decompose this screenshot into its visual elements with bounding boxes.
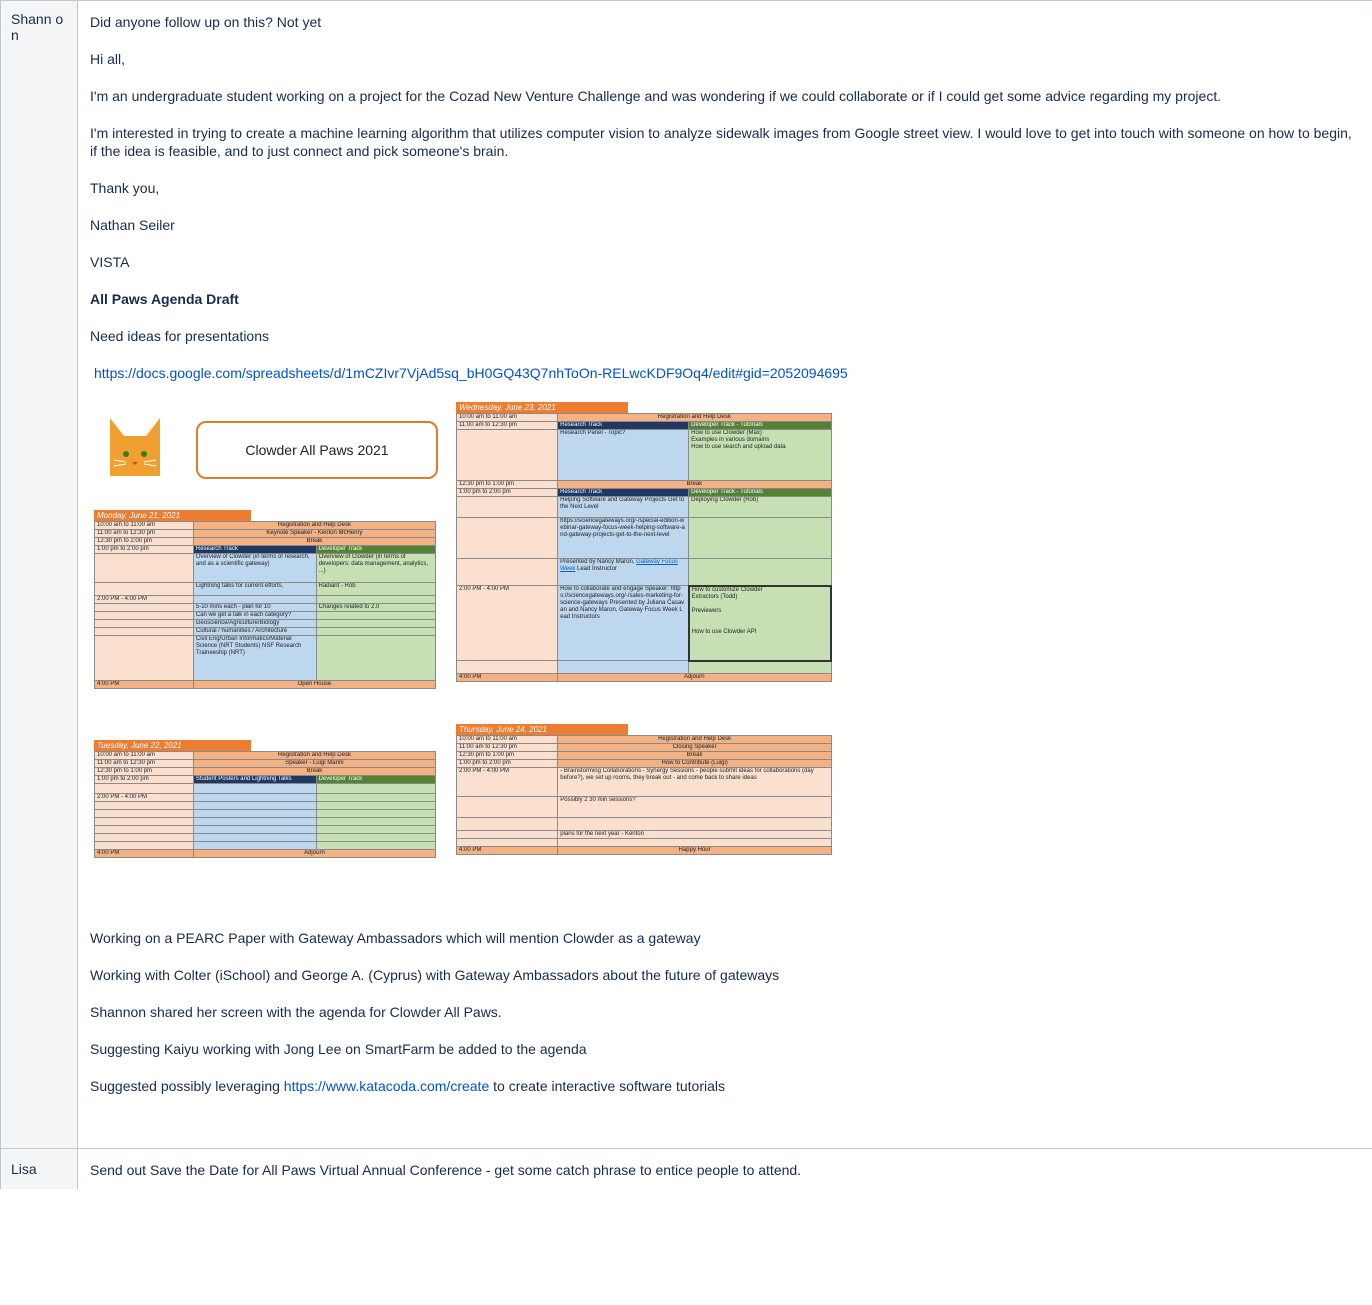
agenda-title: Clowder All Paws 2021 [196, 421, 438, 479]
agenda-heading: All Paws Agenda Draft [90, 291, 239, 307]
agenda-image: Clowder All Paws 2021 Monday, June 21, 2… [90, 402, 850, 907]
paragraph: https://docs.google.com/spreadsheets/d/1… [90, 364, 1360, 382]
paragraph: Suggested possibly leveraging https://ww… [90, 1078, 726, 1094]
paragraph: Thank you, [90, 180, 160, 196]
paragraph: Send out Save the Date for All Paws Virt… [90, 1162, 802, 1178]
paragraph: Need ideas for presentations [90, 328, 269, 344]
paragraph: I'm interested in trying to create a mac… [90, 125, 1352, 159]
table-row: Shann on Did anyone follow up on this? N… [0, 0, 1372, 1148]
wednesday-schedule: Wednesday, June 23, 2021 10:00 am to 11:… [455, 402, 833, 682]
tuesday-schedule: Tuesday, June 22, 2021 10:00 am to 11:00… [94, 740, 437, 858]
day-header: Tuesday, June 22, 2021 [94, 740, 251, 751]
paragraph: Nathan Seiler [90, 217, 175, 233]
paragraph: VISTA [90, 254, 130, 270]
paragraph: Working with Colter (iSchool) and George… [90, 967, 780, 983]
day-header: Wednesday, June 23, 2021 [456, 402, 629, 413]
paragraph: Did anyone follow up on this? Not yet [90, 14, 322, 30]
spreadsheet-link[interactable]: https://docs.google.com/spreadsheets/d/1… [90, 365, 848, 381]
katacoda-link[interactable]: https://www.katacoda.com/create [284, 1078, 489, 1094]
table-row: Lisa Send out Save the Date for All Paws… [0, 1148, 1372, 1189]
notes-cell: Send out Save the Date for All Paws Virt… [78, 1149, 1372, 1189]
thursday-schedule: Thursday, June 24, 2021 10:00 am to 11:0… [455, 724, 832, 855]
cat-logo-icon [110, 418, 160, 476]
notes-cell: Did anyone follow up on this? Not yet Hi… [78, 1, 1372, 1148]
attendee-name: Shann on [0, 1, 78, 1148]
paragraph: I'm an undergraduate student working on … [90, 88, 1222, 104]
paragraph: Suggesting Kaiyu working with Jong Lee o… [90, 1041, 587, 1057]
paragraph: Working on a PEARC Paper with Gateway Am… [90, 930, 701, 946]
day-header: Monday, June 21, 2021 [94, 510, 251, 521]
monday-schedule: Monday, June 21, 2021 10:00 am to 11:00 … [94, 510, 437, 689]
day-header: Thursday, June 24, 2021 [456, 724, 629, 735]
paragraph: Hi all, [90, 51, 126, 67]
attendee-name: Lisa [0, 1149, 78, 1189]
notes-table: Shann on Did anyone follow up on this? N… [0, 0, 1372, 1189]
paragraph: Shannon shared her screen with the agend… [90, 1004, 502, 1020]
